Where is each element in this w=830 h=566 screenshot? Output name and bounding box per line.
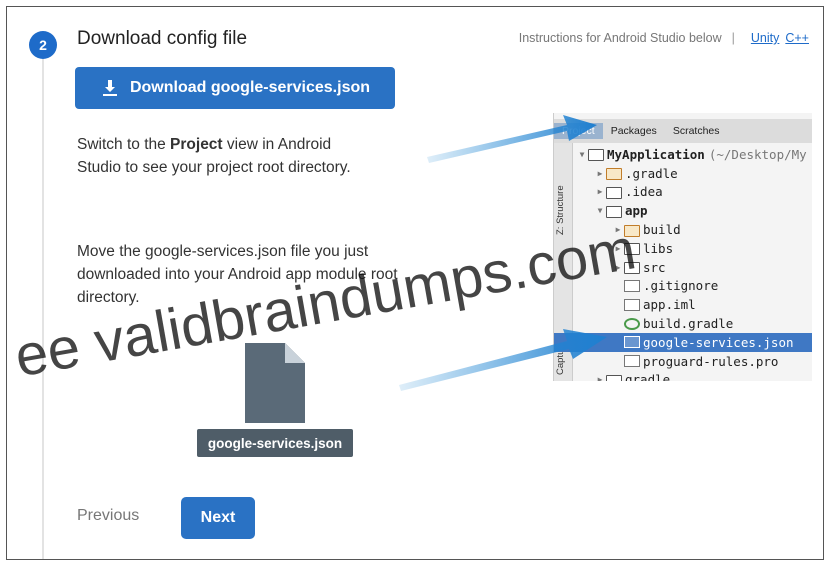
setup-step-panel: 2 Download config file Instructions for … — [6, 6, 824, 560]
pointer-arrows — [399, 115, 607, 391]
arrow-to-google-services — [399, 329, 607, 391]
arrow-to-project-tab — [427, 115, 597, 163]
